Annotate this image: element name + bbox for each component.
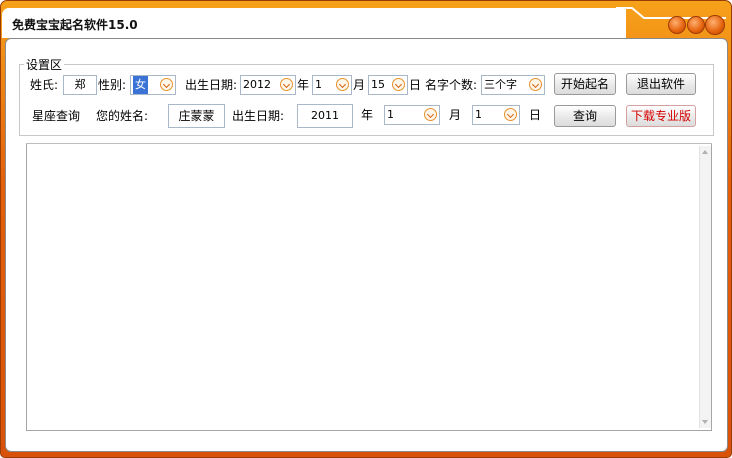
year-unit-label: 年 xyxy=(297,78,310,92)
vertical-scrollbar[interactable] xyxy=(699,146,711,428)
horoscope-day-value: 1 xyxy=(475,108,482,121)
settings-group-label: 设置区 xyxy=(24,56,65,73)
gender-label: 性别: xyxy=(98,78,127,92)
chevron-down-icon[interactable] xyxy=(392,78,405,91)
maximize-button[interactable] xyxy=(687,16,705,34)
close-button[interactable] xyxy=(705,15,725,35)
horoscope-month-select[interactable]: 1 xyxy=(384,105,440,125)
name-length-select[interactable]: 三个字 xyxy=(481,75,545,95)
gender-select[interactable]: 女 xyxy=(130,75,176,95)
chevron-down-icon[interactable] xyxy=(336,78,349,91)
chevron-down-icon[interactable] xyxy=(529,78,542,91)
birth-day-value: 15 xyxy=(371,78,385,91)
birth-month-value: 1 xyxy=(315,78,322,91)
horoscope-year-unit: 年 xyxy=(361,108,374,122)
birth-date-label: 出生日期: xyxy=(185,78,238,92)
scroll-down-icon[interactable] xyxy=(702,420,708,424)
day-unit-label: 日 xyxy=(409,78,422,92)
minimize-button[interactable] xyxy=(668,16,686,34)
your-name-input[interactable]: 庄蒙蒙 xyxy=(168,104,225,128)
scroll-up-icon[interactable] xyxy=(702,150,708,154)
horoscope-month-value: 1 xyxy=(387,108,394,121)
birth-month-select[interactable]: 1 xyxy=(312,75,352,95)
birth-year-value: 2012 xyxy=(243,78,271,91)
horoscope-birth-label: 出生日期: xyxy=(232,109,285,123)
birth-day-select[interactable]: 15 xyxy=(368,75,408,95)
horoscope-day-select[interactable]: 1 xyxy=(472,105,520,125)
horoscope-month-unit: 月 xyxy=(449,108,462,122)
download-pro-button[interactable]: 下载专业版 xyxy=(626,105,696,127)
gender-value: 女 xyxy=(133,76,148,94)
horoscope-section-label: 星座查询 xyxy=(32,109,81,123)
horoscope-day-unit: 日 xyxy=(529,108,542,122)
window-title: 免费宝宝起名软件15.0 xyxy=(12,18,138,32)
horoscope-year-input[interactable]: 2011 xyxy=(297,104,353,128)
start-naming-button[interactable]: 开始起名 xyxy=(554,73,616,95)
surname-input[interactable]: 郑 xyxy=(63,75,97,95)
exit-button[interactable]: 退出软件 xyxy=(626,73,696,95)
name-length-value: 三个字 xyxy=(484,78,517,91)
chevron-down-icon[interactable] xyxy=(160,78,173,91)
surname-label: 姓氏: xyxy=(30,78,59,92)
name-length-label: 名字个数: xyxy=(425,78,478,92)
chevron-down-icon[interactable] xyxy=(280,78,293,91)
month-unit-label: 月 xyxy=(353,78,366,92)
result-textarea[interactable] xyxy=(26,144,712,431)
birth-year-select[interactable]: 2012 xyxy=(240,75,296,95)
chevron-down-icon[interactable] xyxy=(424,108,437,121)
query-button[interactable]: 查询 xyxy=(554,105,616,127)
your-name-label: 您的姓名: xyxy=(96,109,149,123)
chevron-down-icon[interactable] xyxy=(504,108,517,121)
